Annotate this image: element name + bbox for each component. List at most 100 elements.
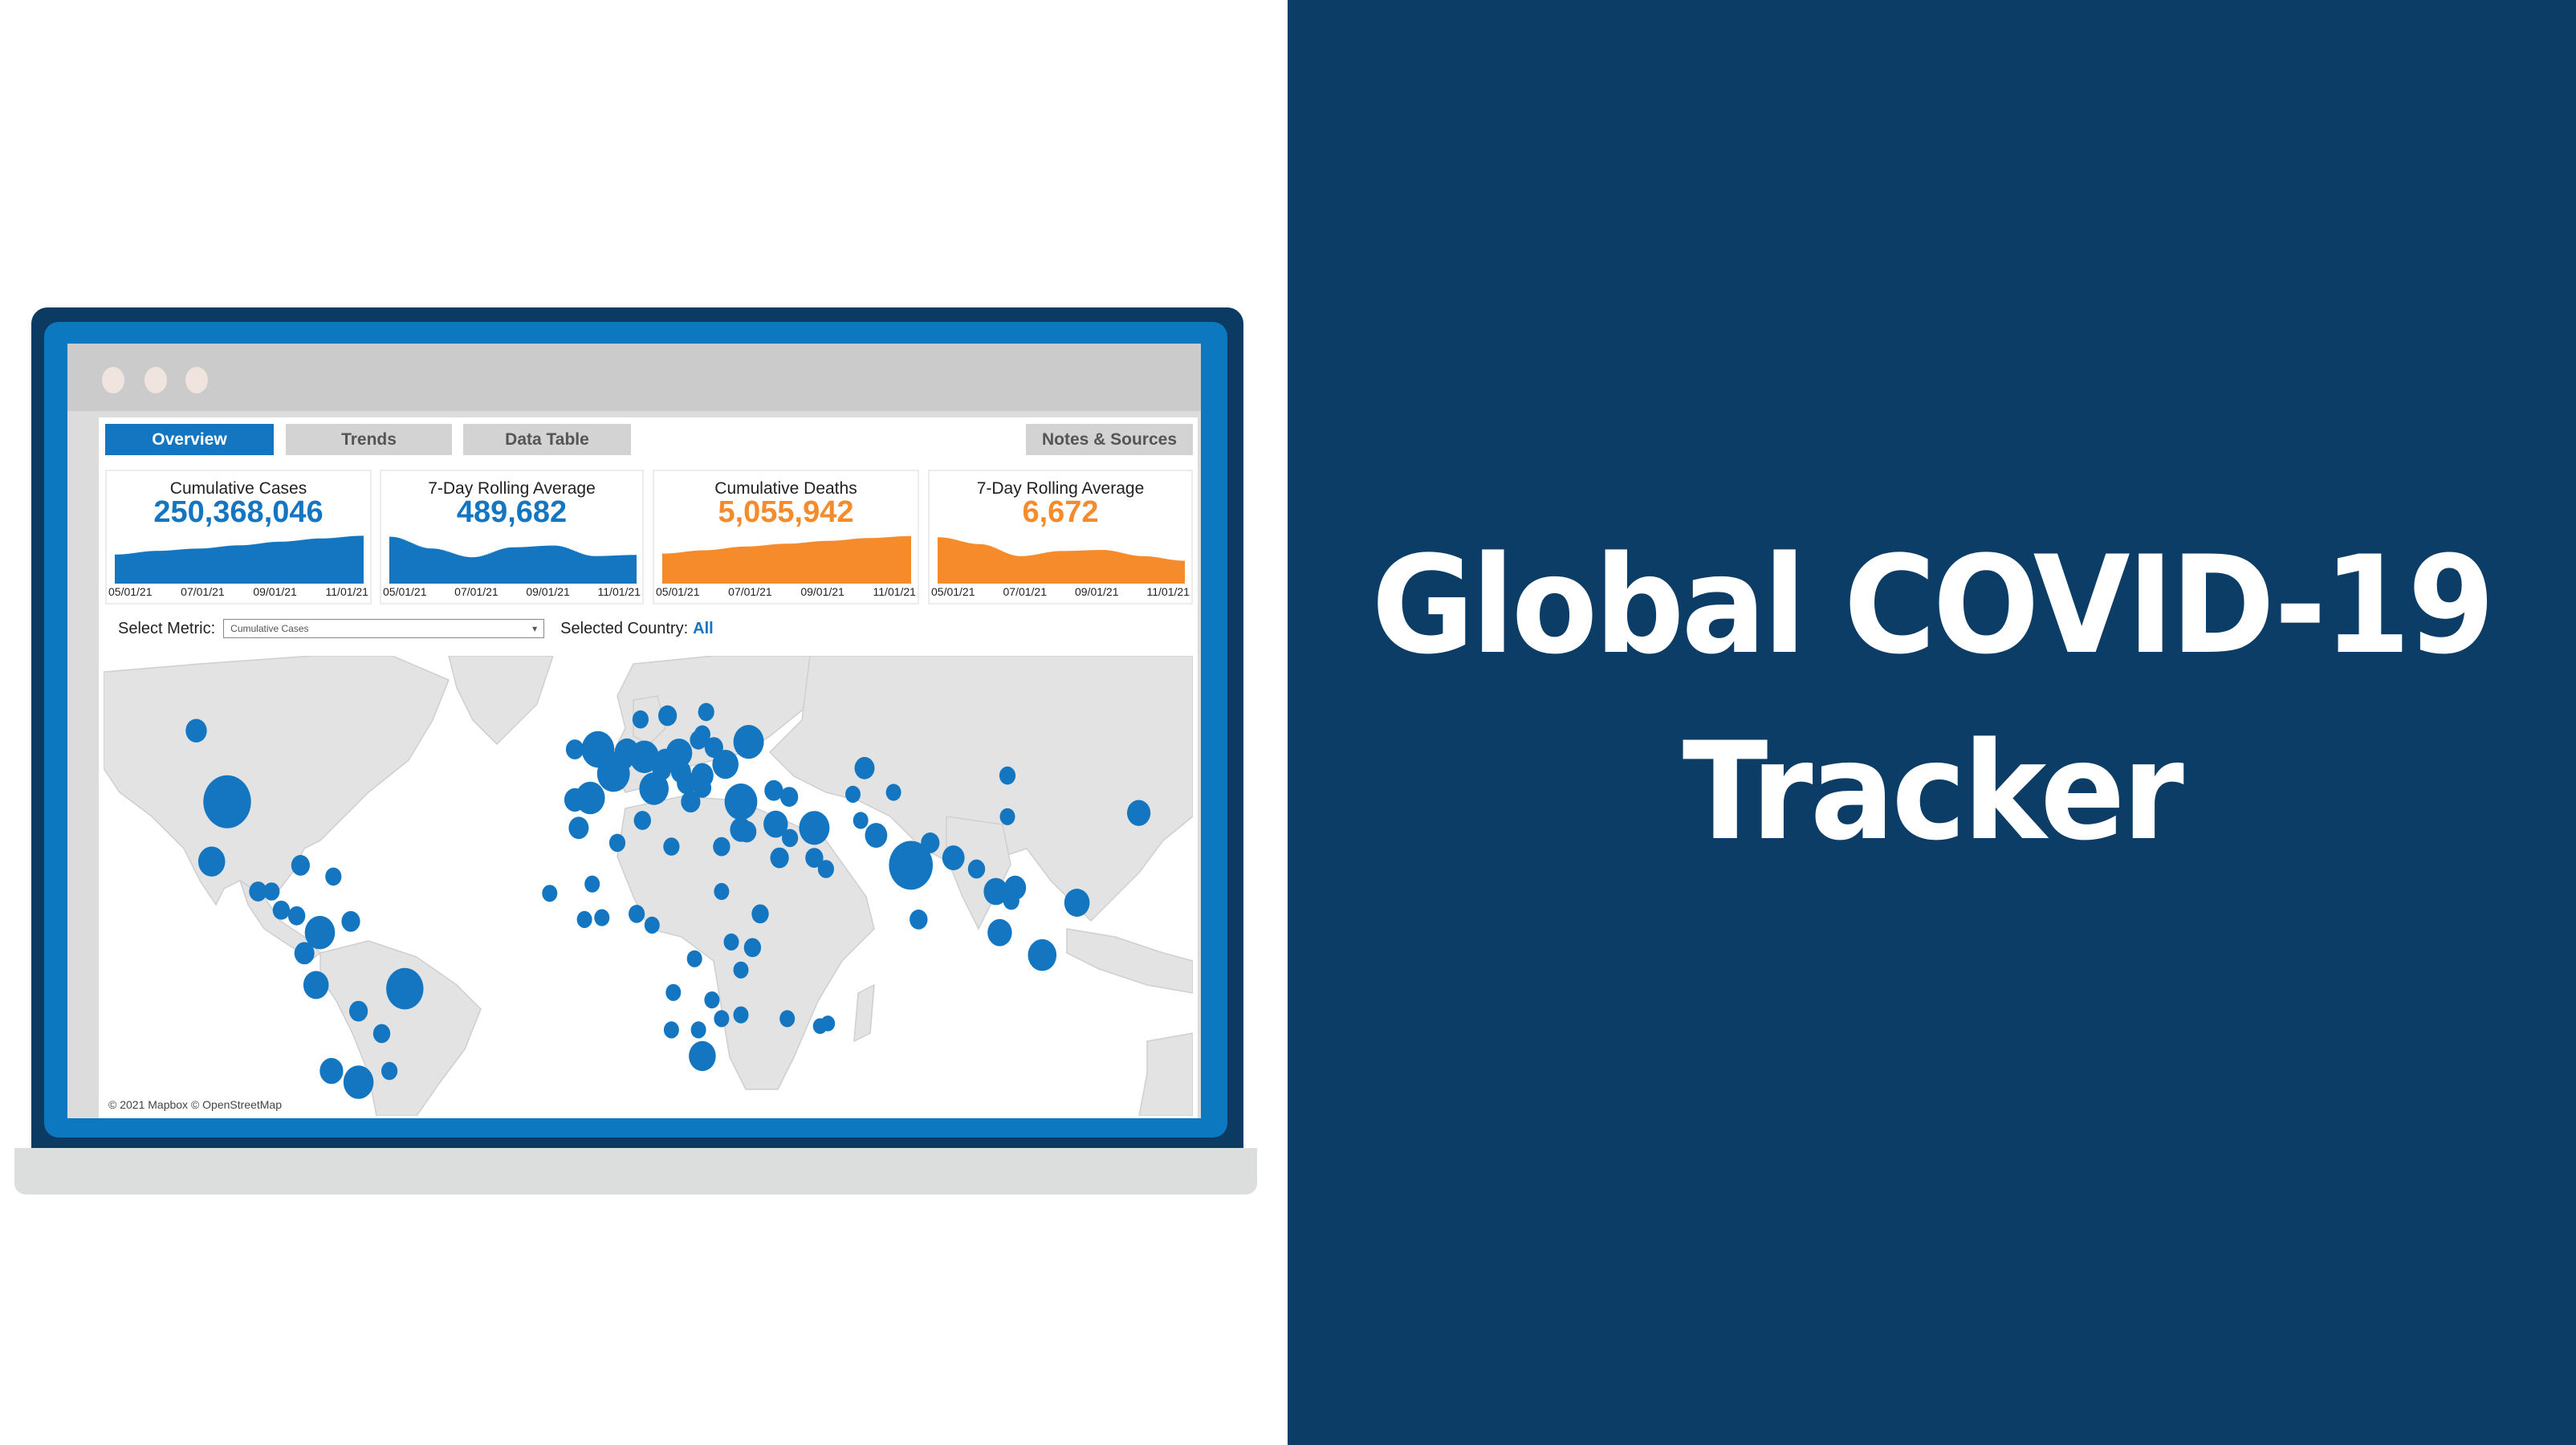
country-bubble-senegal[interactable]	[542, 885, 558, 902]
country-bubble-philippines[interactable]	[1064, 889, 1090, 917]
metric-select[interactable]: Cumulative Cases ▾	[223, 619, 545, 638]
world-map-svg[interactable]	[104, 656, 1193, 1116]
kpi-card-cumulative-deaths[interactable]: Cumulative Deaths 5,055,942 05/01/21 07/…	[653, 470, 919, 604]
country-bubble-ethiopia[interactable]	[751, 904, 769, 924]
sparkline-bar	[428, 548, 431, 584]
country-bubble-sudan[interactable]	[714, 882, 730, 901]
country-bubble-uruguay[interactable]	[381, 1061, 398, 1081]
country-bubble-ireland[interactable]	[565, 739, 584, 759]
country-bubble-libya[interactable]	[663, 837, 680, 856]
country-bubble-bolivia[interactable]	[349, 1000, 368, 1022]
sparkline-bar	[492, 552, 495, 584]
sparkline-bar	[938, 537, 940, 584]
country-bubble-azerbaijan[interactable]	[779, 787, 799, 807]
country-bubble-sweden[interactable]	[658, 705, 678, 727]
country-bubble-argentina[interactable]	[343, 1065, 374, 1099]
country-bubble-belgium[interactable]	[612, 746, 634, 771]
country-bubble-kenya[interactable]	[743, 938, 762, 958]
kpi-card-cumulative-cases[interactable]: Cumulative Cases 250,368,046 05/01/21 07…	[105, 470, 372, 604]
country-bubble-uzbekistan[interactable]	[845, 785, 861, 803]
country-bubble-afghanistan[interactable]	[853, 812, 869, 829]
country-bubble-russia[interactable]	[733, 725, 764, 759]
country-bubble-china[interactable]	[999, 808, 1015, 825]
country-bubble-sri-lanka[interactable]	[910, 910, 928, 930]
country-bubble-angola[interactable]	[665, 983, 682, 1001]
country-bubble-ghana[interactable]	[594, 909, 610, 926]
country-bubble-japan[interactable]	[1127, 800, 1151, 826]
country-bubble-kyrgyzstan[interactable]	[885, 784, 901, 801]
country-bubble-norway[interactable]	[632, 710, 649, 729]
tab-data-table[interactable]: Data Table	[463, 424, 631, 455]
country-bubble-panama[interactable]	[287, 906, 306, 926]
country-bubble-dr-congo[interactable]	[686, 950, 702, 967]
sparkline-bar	[1051, 552, 1054, 584]
country-bubble-turkey[interactable]	[724, 784, 758, 820]
country-bubble-indonesia[interactable]	[1028, 938, 1057, 971]
country-bubble-madagascar[interactable]	[779, 1010, 796, 1028]
sparkline-bar	[422, 547, 425, 584]
tab-overview[interactable]: Overview	[105, 424, 274, 455]
tab-trends[interactable]: Trends	[286, 424, 452, 455]
world-map[interactable]: © 2021 Mapbox © OpenStreetMap	[104, 656, 1193, 1116]
country-bubble-zambia[interactable]	[704, 991, 720, 1009]
country-bubble-ecuador[interactable]	[294, 942, 315, 965]
country-bubble-malaysia[interactable]	[987, 918, 1012, 946]
country-bubble-uganda[interactable]	[723, 933, 739, 950]
window-minimize-dot-icon[interactable]	[144, 367, 167, 393]
country-bubble-peru[interactable]	[303, 971, 329, 999]
country-bubble-kuwait[interactable]	[782, 828, 799, 848]
country-bubble-jordan[interactable]	[737, 820, 757, 843]
country-bubble-tanzania[interactable]	[733, 961, 749, 979]
country-bubble-oman[interactable]	[817, 860, 834, 878]
country-bubble-chile[interactable]	[319, 1057, 344, 1085]
window-close-dot-icon[interactable]	[102, 367, 124, 393]
country-bubble-portugal[interactable]	[564, 788, 586, 812]
country-bubble-myanmar[interactable]	[967, 859, 986, 879]
country-bubble-namibia[interactable]	[663, 1021, 679, 1039]
country-bubble-venezuela[interactable]	[341, 910, 360, 932]
sparkline-bar	[1150, 556, 1153, 584]
country-bubble-zimbabwe[interactable]	[714, 1010, 730, 1028]
country-bubble-saudi-arabia[interactable]	[770, 847, 789, 869]
country-bubble-tunisia[interactable]	[633, 811, 651, 830]
country-bubble-south-africa[interactable]	[689, 1040, 716, 1072]
country-bubble-botswana[interactable]	[690, 1021, 706, 1039]
country-bubble-united-states[interactable]	[203, 775, 251, 828]
kpi-card-case-rolling-average[interactable]: 7-Day Rolling Average 489,682 05/01/21 0…	[380, 470, 644, 604]
country-bubble-kazakhstan[interactable]	[854, 756, 875, 779]
country-bubble-dominican-republic[interactable]	[325, 867, 342, 886]
country-bubble-mali[interactable]	[584, 875, 600, 893]
country-bubble-ivory-coast[interactable]	[576, 910, 592, 928]
window-maximize-dot-icon[interactable]	[185, 367, 208, 393]
country-bubble-mozambique[interactable]	[733, 1006, 749, 1024]
tab-notes-sources[interactable]: Notes & Sources	[1026, 424, 1193, 455]
country-bubble-bulgaria[interactable]	[693, 778, 712, 798]
country-bubble-algeria[interactable]	[608, 833, 626, 853]
country-value[interactable]: All	[693, 620, 714, 638]
sparkline-bar	[624, 555, 627, 584]
country-bubble-cameroon[interactable]	[644, 916, 660, 934]
country-bubble-pakistan[interactable]	[865, 823, 888, 849]
country-bubble-egypt[interactable]	[713, 836, 730, 857]
country-bubble-honduras[interactable]	[263, 882, 280, 901]
sparkline-bar	[1176, 560, 1179, 584]
country-bubble-cambodia[interactable]	[1003, 891, 1019, 910]
country-bubble-costa-rica[interactable]	[272, 900, 291, 920]
country-bubble-latvia[interactable]	[694, 725, 711, 744]
country-bubble-morocco[interactable]	[568, 816, 589, 840]
country-bubble-mongolia[interactable]	[999, 766, 1016, 785]
sparkline-cumulative-deaths	[662, 535, 911, 584]
country-bubble-iran[interactable]	[799, 811, 830, 845]
country-bubble-reunion[interactable]	[812, 1018, 828, 1034]
country-bubble-nigeria[interactable]	[629, 905, 645, 923]
country-bubble-brazil[interactable]	[386, 967, 424, 1010]
country-bubble-canada[interactable]	[185, 718, 207, 743]
kpi-card-death-rolling-average[interactable]: 7-Day Rolling Average 6,672 05/01/21 07/…	[928, 470, 1193, 604]
country-bubble-mexico[interactable]	[197, 846, 226, 877]
country-bubble-bangladesh[interactable]	[942, 845, 965, 871]
country-bubble-paraguay[interactable]	[372, 1024, 391, 1044]
country-bubble-nepal[interactable]	[921, 832, 940, 853]
country-bubble-cuba[interactable]	[291, 855, 310, 876]
country-bubble-finland[interactable]	[698, 702, 714, 722]
country-bubble-austria[interactable]	[652, 759, 671, 780]
